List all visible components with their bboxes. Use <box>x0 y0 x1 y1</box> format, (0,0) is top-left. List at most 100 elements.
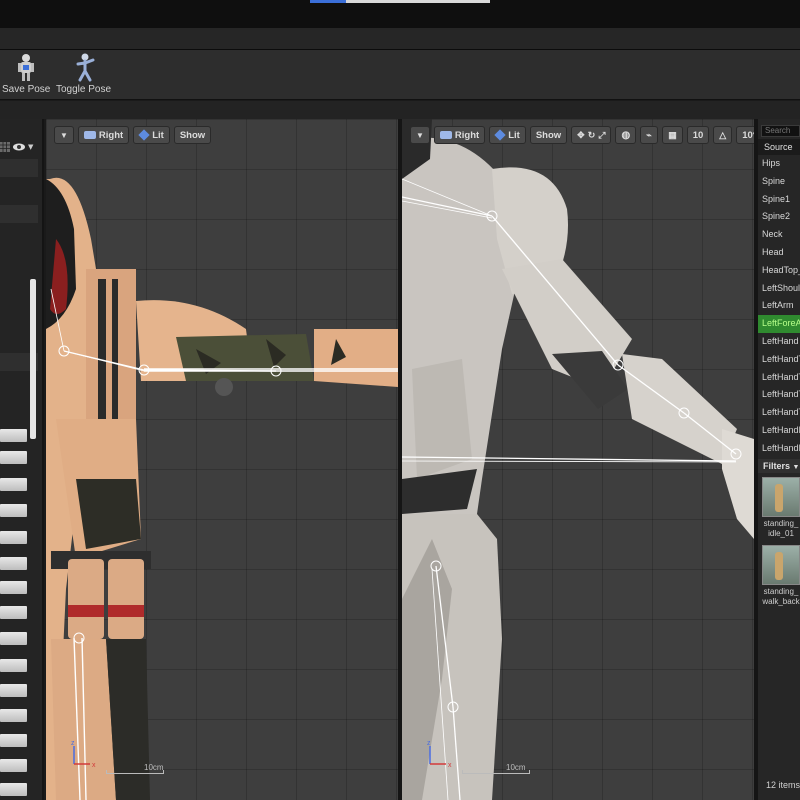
left-panel-row[interactable] <box>0 159 38 177</box>
active-tab-indicator[interactable] <box>310 0 490 3</box>
axis-gizmo: z x <box>71 740 96 769</box>
editor-window: Save Pose Toggle Pose ▼ ▼ Right Lit Show… <box>0 0 800 800</box>
viewport-left-toolbar: ▼ Right Lit Show <box>54 125 212 145</box>
bone-item[interactable]: LeftHandT <box>758 369 800 387</box>
grid-view-icon[interactable] <box>0 142 10 152</box>
left-panel-header: ▼ <box>0 139 44 155</box>
grid-size-dropdown[interactable]: 10 <box>686 126 710 144</box>
source-header[interactable]: Source <box>758 139 800 155</box>
view-mode-button[interactable]: Right <box>77 126 130 144</box>
chevron-down-icon[interactable]: ▼ <box>28 143 33 151</box>
bone-item[interactable]: LeftShoul <box>758 280 800 298</box>
viewport-left[interactable]: ▼ Right Lit Show z x 10cm <box>46 119 398 800</box>
left-panel-button[interactable] <box>0 734 27 747</box>
lighting-button[interactable]: Lit <box>489 126 526 144</box>
left-panel-button[interactable] <box>0 478 27 491</box>
show-button[interactable]: Show <box>529 126 568 144</box>
rotation-snap-button[interactable]: △ <box>713 126 733 144</box>
character-model-left <box>46 177 398 800</box>
sub-toolbar <box>0 101 800 119</box>
asset-tile[interactable]: standing_ walk_back <box>762 545 800 607</box>
save-pose-icon <box>18 54 35 81</box>
show-label: Show <box>179 129 206 141</box>
show-button[interactable]: Show <box>173 126 212 144</box>
left-panel-scrollbar[interactable] <box>30 279 36 439</box>
eye-icon[interactable] <box>12 142 26 152</box>
title-bar <box>0 0 800 28</box>
cube-icon <box>138 129 150 141</box>
rotate-icon: ↻ <box>587 129 596 140</box>
chevron-down-icon: ▼ <box>792 464 800 471</box>
left-panel-button[interactable] <box>0 659 27 672</box>
filters-label: Filters <box>763 461 791 471</box>
left-panel-button[interactable] <box>0 451 27 464</box>
bone-list: Hips Spine Spine1 Spine2 Neck Head HeadTop_ Lef… <box>758 155 800 458</box>
toggle-pose-label: Toggle Pose <box>56 84 112 95</box>
search-input[interactable]: Search <box>761 125 800 137</box>
left-panel-button[interactable] <box>0 759 27 772</box>
view-mode-label: Right <box>454 129 480 141</box>
bone-item[interactable]: LeftHandT <box>758 351 800 369</box>
angle-icon: △ <box>719 129 727 140</box>
bone-item[interactable]: Head <box>758 244 800 262</box>
bone-item[interactable]: LeftHandI <box>758 440 800 458</box>
lighting-label: Lit <box>508 129 520 141</box>
asset-name: standing_ <box>763 519 799 528</box>
scale-icon: ⤢ <box>598 129 606 140</box>
grid-icon: ▦ <box>668 129 677 140</box>
left-panel-button[interactable] <box>0 581 27 594</box>
viewport-options-button[interactable]: ▼ <box>410 126 430 144</box>
toggle-pose-icon <box>76 53 95 82</box>
bone-item[interactable]: Spine1 <box>758 191 800 209</box>
asset-name: idle_01 <box>768 529 794 538</box>
bone-item[interactable]: Spine2 <box>758 208 800 226</box>
lighting-label: Lit <box>152 129 164 141</box>
surface-snap-button[interactable]: ⌁ <box>640 126 659 144</box>
left-panel-button[interactable] <box>0 429 27 442</box>
bone-item[interactable]: Spine <box>758 173 800 191</box>
left-panel-button[interactable] <box>0 632 27 645</box>
cube-icon <box>494 129 506 141</box>
bone-item[interactable]: LeftHandT <box>758 404 800 422</box>
bone-item[interactable]: LeftHandT <box>758 386 800 404</box>
left-panel-button[interactable] <box>0 531 27 544</box>
bone-item[interactable]: Hips <box>758 155 800 173</box>
svg-text:x: x <box>92 762 96 769</box>
rotation-snap-dropdown[interactable]: 10° <box>736 126 754 144</box>
viewport-right[interactable]: ▼ Right Lit Show ✥ ↻ ⤢ ◍ ⌁ ▦ 10 △ 10° z … <box>402 119 754 800</box>
view-mode-button[interactable]: Right <box>433 126 486 144</box>
asset-tile[interactable]: standing_ idle_01 <box>762 477 800 539</box>
save-pose-label: Save Pose <box>2 84 51 95</box>
bone-item[interactable]: Neck <box>758 226 800 244</box>
save-pose-button[interactable]: Save Pose <box>2 52 50 98</box>
left-panel-button[interactable] <box>0 709 27 722</box>
world-local-toggle[interactable]: ◍ <box>615 126 637 144</box>
left-panel-button[interactable] <box>0 504 27 517</box>
toggle-pose-button[interactable]: Toggle Pose <box>56 52 111 98</box>
bone-item[interactable]: LeftHand <box>758 333 800 351</box>
asset-name: standing_ <box>763 587 799 596</box>
viewport-options-button[interactable]: ▼ <box>54 126 74 144</box>
lighting-button[interactable]: Lit <box>133 126 170 144</box>
item-count: 12 items <box>766 780 800 790</box>
bone-item[interactable]: LeftArm <box>758 297 800 315</box>
filters-button[interactable]: Filters ▼ <box>758 459 800 473</box>
chevron-down-icon: ▼ <box>60 130 68 140</box>
svg-text:z: z <box>71 740 75 747</box>
main-toolbar: Save Pose Toggle Pose <box>0 50 800 100</box>
axis-gizmo: z x <box>427 740 452 769</box>
bone-item[interactable]: HeadTop_ <box>758 262 800 280</box>
bone-item[interactable]: LeftHandI <box>758 422 800 440</box>
left-panel-button[interactable] <box>0 783 27 796</box>
bone-item[interactable]: LeftForeA <box>758 315 800 333</box>
view-mode-label: Right <box>98 129 124 141</box>
snap-icon: ⌁ <box>646 129 652 140</box>
left-panel-button[interactable] <box>0 684 27 697</box>
left-panel-button[interactable] <box>0 557 27 570</box>
left-panel-button[interactable] <box>0 606 27 619</box>
grid-snap-button[interactable]: ▦ <box>662 126 683 144</box>
transform-mode-group[interactable]: ✥ ↻ ⤢ <box>571 126 612 144</box>
left-panel-row[interactable] <box>0 205 38 223</box>
viewport-right-toolbar: ▼ Right Lit Show ✥ ↻ ⤢ ◍ ⌁ ▦ 10 △ 10° <box>410 125 754 145</box>
svg-text:x: x <box>448 762 452 769</box>
